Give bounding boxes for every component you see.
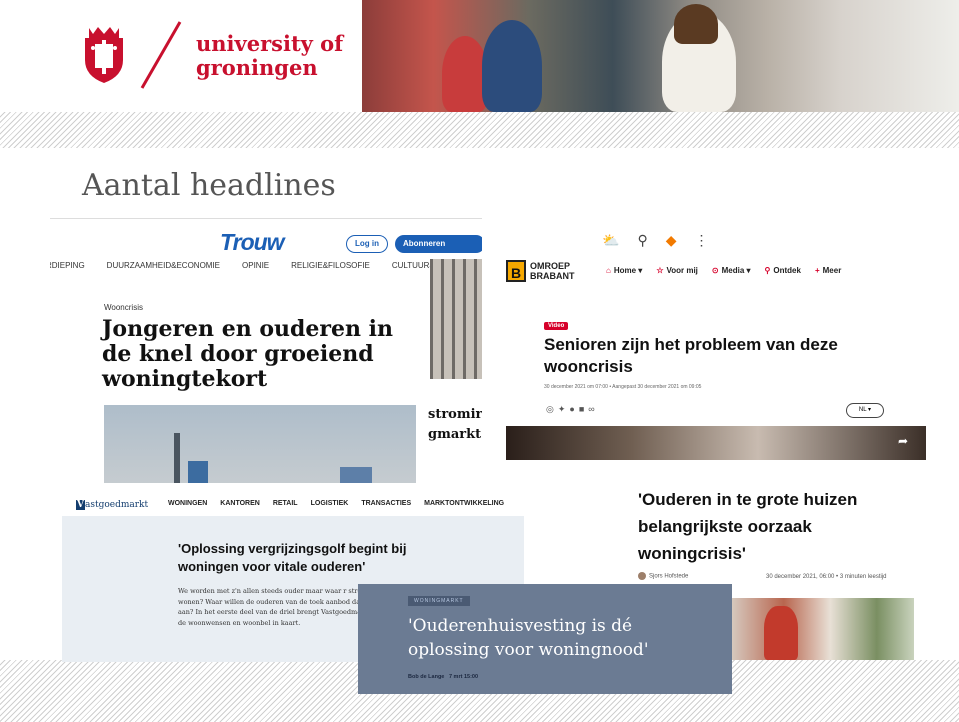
trouw-fragment-line2: gmarkt [428, 427, 482, 442]
linkedin-icon[interactable]: ■ [579, 404, 588, 414]
woningmarkt-author[interactable]: Bob de Lange [408, 674, 444, 680]
plus-icon: + [814, 266, 820, 275]
trouw-fragment-line1: stromir [428, 407, 482, 422]
omroep-nav-label: Home ▾ [613, 266, 643, 275]
vg-nav-item[interactable]: TRANSACTIES [361, 500, 411, 507]
trouw-logo[interactable]: Trouw [220, 229, 285, 256]
vg-nav-item[interactable]: MARKTONTWIKKELING [424, 500, 504, 507]
vastgoedmarkt-nav: WONINGEN KANTOREN RETAIL LOGISTIEK TRANS… [168, 500, 504, 507]
omroep-headline[interactable]: Senioren zijn het probleem van deze woon… [544, 334, 874, 378]
omroep-logo-text: OMROEP BRABANT [530, 261, 575, 281]
vastgoedmarkt-logo[interactable]: Vastgoedmarkt [76, 500, 148, 510]
weather-icon[interactable]: ⛅ [602, 232, 619, 249]
more-icon[interactable]: ⋮ [694, 232, 708, 249]
omroep-nav-media[interactable]: ⊙ Media ▾ [712, 266, 751, 275]
play-icon: ⊙ [711, 266, 719, 275]
link-icon[interactable]: ∞ [588, 404, 598, 414]
omroep-nav-label: Voor mij [666, 266, 698, 275]
omroep-nav-label: Ontdek [773, 266, 801, 275]
vastgoedmarkt-intro: We worden met z'n allen steeds ouder maa… [178, 587, 376, 627]
omroep-logo-line2: BRABANT [530, 271, 575, 281]
hatch-band-top [0, 112, 959, 148]
vg-nav-item[interactable]: RETAIL [273, 500, 298, 507]
trouw-nav-item[interactable]: RELIGIE&FILOSOFIE [291, 261, 370, 270]
woningmarkt-tag: WONINGMARKT [408, 596, 470, 606]
university-crest-icon [85, 27, 123, 83]
article-author: Sjors Hofstede [638, 572, 688, 580]
vg-nav-item[interactable]: WONINGEN [168, 500, 207, 507]
omroep-brabant-clip: ⛅ ⚲ ◆ ⋮ B OMROEP BRABANT ⌂ Home ▾ ☆ Voor m… [506, 212, 926, 460]
omroep-logo-mark: B [506, 260, 526, 282]
trouw-side-photo [430, 259, 482, 379]
omroep-nav-ontdek[interactable]: ⚲ Ontdek [765, 266, 801, 275]
woningmarkt-clip: WONINGMARKT 'Ouderenhuisvesting is dé op… [358, 584, 732, 694]
article-date: 30 december 2021, 06:00 • 3 minuten lees… [766, 574, 887, 580]
omroep-video-player[interactable]: ➦ [506, 426, 926, 460]
video-badge: Video [544, 322, 569, 330]
trouw-headline[interactable]: Jongeren en ouderen in de knel door groe… [102, 317, 422, 392]
search-icon: ⚲ [764, 266, 771, 275]
whatsapp-icon[interactable]: ◎ [546, 404, 558, 414]
twitter-icon[interactable]: ✦ [558, 404, 570, 414]
trouw-login-button[interactable]: Log in [346, 235, 388, 253]
star-icon: ☆ [656, 266, 664, 275]
logo-text-line1: university of [196, 31, 344, 56]
vg-nav-item[interactable]: LOGISTIEK [311, 500, 349, 507]
author-name[interactable]: Sjors Hofstede [649, 574, 688, 580]
vastgoedmarkt-logo-text: astgoedmarkt [84, 500, 149, 510]
omroep-meta: 30 december 2021 om 07:00 • Aangepast 30… [544, 384, 702, 390]
author-avatar [638, 572, 646, 580]
omroep-brabant-logo[interactable]: B OMROEP BRABANT [506, 260, 575, 282]
trouw-kicker: Wooncrisis [104, 303, 143, 312]
woningmarkt-time: 7 mrt 15:00 [448, 674, 479, 680]
vastgoedmarkt-logo-initial: V [76, 500, 85, 510]
omroep-nav: ⌂ Home ▾ ☆ Voor mij ⊙ Media ▾ ⚲ Ontdek + Meer [606, 266, 841, 275]
omroep-nav-meer[interactable]: + Meer [815, 266, 841, 275]
omroep-nav-label: Meer [822, 266, 842, 275]
trouw-article-clip: Trouw Log in Abonneren RDIEPING DUURZAAM… [50, 218, 482, 483]
omroep-nav-voor-mij[interactable]: ☆ Voor mij [656, 266, 698, 275]
trouw-teaser-fragment: stromir gmarkt [428, 405, 482, 445]
students-photo [362, 0, 959, 112]
vg-nav-item[interactable]: KANTOREN [220, 500, 260, 507]
trouw-subscribe-button[interactable]: Abonneren [395, 235, 482, 253]
trouw-article-photo [104, 405, 416, 483]
share-icons: ◎✦●■∞ [546, 404, 599, 415]
woningmarkt-meta: Bob de Lange 7 mrt 15:00 [408, 674, 478, 680]
facebook-icon[interactable]: ● [569, 404, 578, 414]
npo-logo-icon[interactable]: ◆ [666, 232, 677, 249]
header-banner: university of groningen [0, 0, 959, 112]
omroep-nav-home[interactable]: ⌂ Home ▾ [606, 266, 642, 275]
language-select[interactable]: NL ▾ [846, 403, 884, 418]
omroep-nav-label: Media ▾ [721, 266, 751, 275]
trouw-nav-item[interactable]: OPINIE [242, 261, 269, 270]
woningmarkt-headline[interactable]: 'Ouderenhuisvesting is dé oplossing voor… [408, 614, 708, 662]
omroep-logo-line1: OMROEP [530, 261, 571, 271]
slide-title: Aantal headlines [82, 168, 336, 203]
trouw-nav-item[interactable]: RDIEPING [50, 261, 85, 270]
trouw-nav: RDIEPING DUURZAAMHEID&ECONOMIE OPINIE RE… [50, 261, 441, 270]
trouw-nav-item[interactable]: DUURZAAMHEID&ECONOMIE [107, 261, 220, 270]
vastgoedmarkt-header: Vastgoedmarkt WONINGEN KANTOREN RETAIL L… [62, 490, 524, 516]
search-icon[interactable]: ⚲ [637, 232, 647, 249]
omroep-top-icons: ⛅ ⚲ ◆ ⋮ [602, 232, 708, 249]
woningcrisis-headline[interactable]: 'Ouderen in te grote huizen belangrijkst… [638, 486, 908, 567]
logo-text-line2: groningen [196, 55, 318, 80]
home-icon: ⌂ [606, 266, 611, 275]
share-arrow-icon[interactable]: ➦ [898, 434, 908, 448]
vastgoedmarkt-headline[interactable]: 'Oplossing vergrijzingsgolf begint bij w… [178, 540, 468, 576]
article-photo [728, 598, 914, 660]
